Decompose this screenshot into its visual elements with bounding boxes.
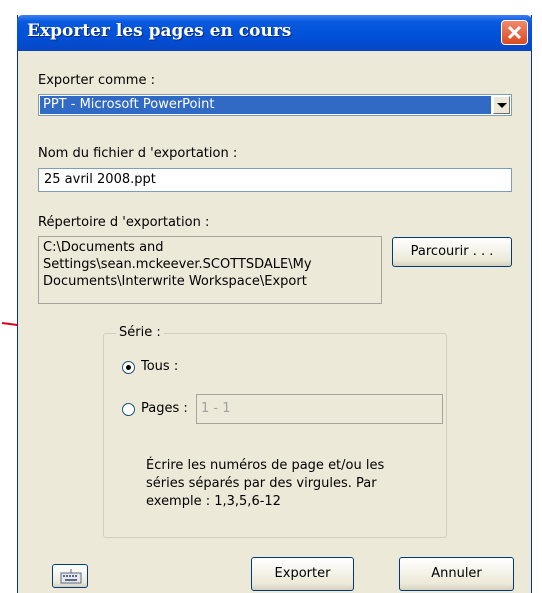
series-legend: Série :	[116, 325, 164, 340]
pages-help-text: Écrire les numéros de page et/ou les sér…	[146, 457, 436, 511]
close-icon	[507, 25, 522, 40]
title-bar: Exporter les pages en cours	[17, 15, 532, 51]
pages-label[interactable]: Pages :	[141, 401, 188, 416]
dialog-title: Exporter les pages en cours	[27, 21, 292, 41]
pages-radio[interactable]	[122, 403, 135, 416]
keyboard-button[interactable]	[52, 564, 88, 588]
help-line: Écrire les numéros de page et/ou les	[146, 458, 385, 473]
close-button[interactable]	[501, 20, 528, 45]
pages-range-input[interactable]: 1 - 1	[196, 394, 443, 424]
chevron-down-icon[interactable]	[493, 96, 510, 114]
all-pages-label[interactable]: Tous :	[141, 359, 178, 374]
file-name-label: Nom du fichier d 'exportation :	[38, 146, 238, 161]
help-line: séries séparés par des virgules. Par	[146, 476, 377, 491]
export-format-value: PPT - Microsoft PowerPoint	[40, 96, 491, 114]
keyboard-icon	[60, 569, 82, 584]
directory-path-line: C:\Documents and	[43, 240, 164, 255]
help-line: exemple : 1,3,5,6-12	[146, 494, 281, 509]
export-format-select[interactable]: PPT - Microsoft PowerPoint	[38, 94, 512, 116]
all-pages-radio[interactable]	[122, 361, 135, 374]
export-as-label: Exporter comme :	[38, 73, 155, 88]
export-dialog: Exporter les pages en cours Exporter com…	[17, 15, 532, 593]
directory-label: Répertoire d 'exportation :	[38, 215, 210, 230]
export-button[interactable]: Exporter	[251, 557, 354, 591]
file-name-input[interactable]: 25 avril 2008.ppt	[38, 168, 512, 192]
browse-button[interactable]: Parcourir . . .	[392, 237, 512, 267]
directory-path-line: Settings\sean.mckeever.SCOTTSDALE\My	[43, 257, 312, 272]
cancel-button[interactable]: Annuler	[399, 557, 514, 591]
directory-path-field: C:\Documents and Settings\sean.mckeever.…	[38, 236, 382, 304]
directory-path-line: Documents\Interwrite Workspace\Export	[43, 274, 307, 289]
